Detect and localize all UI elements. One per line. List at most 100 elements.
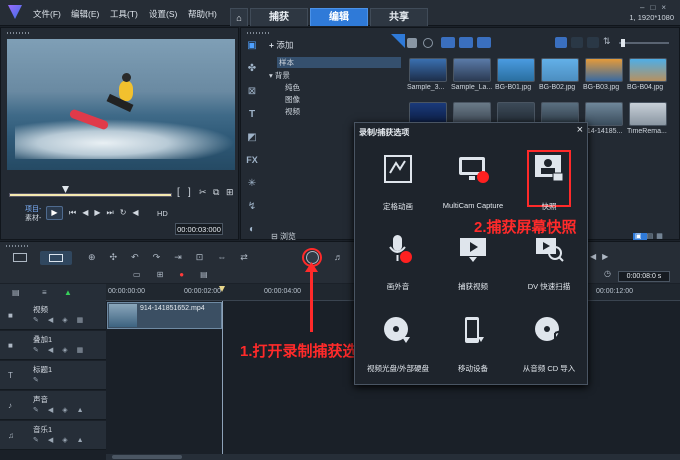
show-photo-button[interactable] <box>459 37 473 48</box>
home-tab[interactable]: ⌂ <box>230 8 248 26</box>
export-icon[interactable]: ▦ <box>656 233 666 240</box>
mark-in-icon[interactable]: [ <box>177 187 180 198</box>
menu-settings[interactable]: 设置(S) <box>149 8 177 20</box>
fx-icon[interactable]: FX <box>241 149 263 172</box>
go-end-icon[interactable]: ⏭ <box>107 208 120 217</box>
media-thumbnail[interactable] <box>585 102 623 126</box>
clip-mode[interactable]: 素材- <box>25 213 41 223</box>
hd-toggle[interactable]: HD <box>157 209 168 218</box>
chapter-icon[interactable]: ⊞ <box>157 270 180 279</box>
timeline-view-icon[interactable] <box>40 251 72 265</box>
media-thumbnail[interactable] <box>585 58 623 82</box>
thumbnail-label: TimeRema... <box>627 128 667 135</box>
grid-view-button[interactable] <box>587 37 599 48</box>
path-icon[interactable]: ↯ <box>241 195 263 218</box>
menu-file[interactable]: 文件(F) <box>33 8 61 20</box>
media-thumbnail[interactable] <box>409 58 447 82</box>
menu-edit[interactable]: 编辑(E) <box>71 8 99 20</box>
project-duration: 0:00:08:0 s <box>618 271 670 282</box>
magic-tool-icon[interactable]: ✣ <box>110 252 132 262</box>
volume-icon[interactable]: ◀ <box>132 208 144 217</box>
fx-toggle-icon[interactable] <box>423 38 433 48</box>
motion-icon[interactable]: ✳ <box>241 172 263 195</box>
thumb-view-button[interactable] <box>571 37 583 48</box>
instant-project-icon[interactable]: ✤ <box>241 57 263 80</box>
media-icon[interactable]: ▣ <box>241 34 263 57</box>
zoom-out-icon[interactable]: ◀ <box>590 252 602 261</box>
trim-bar[interactable] <box>9 193 172 197</box>
dv-scan-icon <box>536 238 564 262</box>
tree-item-videos[interactable]: 视频 <box>285 106 300 117</box>
dialog-close-button[interactable]: × <box>577 124 583 136</box>
ripple-edit-icon[interactable]: ▲ <box>64 288 72 297</box>
list-view-button[interactable] <box>555 37 567 48</box>
video-clip[interactable]: 914-141851652.mp4 <box>107 302 222 329</box>
import-icon[interactable]: ▤ <box>647 233 657 240</box>
tree-item-background[interactable]: ▾ 背景 <box>269 70 290 81</box>
close-button[interactable]: × <box>661 3 672 12</box>
track-manager-icon[interactable]: ▤ <box>12 288 20 297</box>
timecode-display[interactable]: 00:00:03:000 <box>175 223 223 235</box>
tab-share[interactable]: 共享 <box>370 8 428 26</box>
zoom-to-project-icon[interactable]: ◷ <box>604 269 611 278</box>
scrub-handle[interactable] <box>62 186 69 193</box>
play-button[interactable]: ▶ <box>46 206 63 220</box>
media-thumbnail[interactable] <box>497 58 535 82</box>
maximize-button[interactable]: □ <box>650 3 661 12</box>
sound-icon[interactable]: ◐ <box>241 218 263 241</box>
undo-icon[interactable]: ↶ <box>131 252 153 262</box>
move-icon[interactable]: ⇄ <box>240 252 262 262</box>
tree-item-samples[interactable]: 样本 <box>277 57 401 68</box>
ruler-tick-2: 00:00:02:00 <box>184 288 221 295</box>
stretch-icon[interactable]: ⇔ <box>217 252 240 262</box>
redo-icon[interactable]: ↷ <box>153 252 175 262</box>
show-audio-button[interactable] <box>477 37 491 48</box>
subtitle-icon[interactable]: ▭ <box>133 270 157 279</box>
sound-mixer-icon[interactable]: ♬ <box>334 252 343 262</box>
track-controls: ✎◀◈▦ <box>33 347 93 354</box>
transition-icon[interactable]: ⊠ <box>241 80 263 103</box>
snapshot-player-icon[interactable]: ⧉ <box>213 187 219 198</box>
show-video-button[interactable] <box>441 37 455 48</box>
zoom-fit-icon[interactable]: ⊡ <box>196 252 218 262</box>
zoom-controls: ◀▶ <box>590 252 614 261</box>
zoom-in-icon[interactable]: ▶ <box>602 252 614 261</box>
track-voice: ♪ 声音 ✎◀◈▲ <box>0 391 106 420</box>
enlarge-icon[interactable]: ⊞ <box>226 187 234 198</box>
tab-capture[interactable]: 捕获 <box>250 8 308 26</box>
timeline-scrollbar[interactable] <box>106 454 680 460</box>
fit-icon[interactable]: ⇥ <box>174 252 196 262</box>
folder-icon[interactable] <box>407 38 417 48</box>
custom-tool-icon[interactable]: ⊕ <box>88 252 110 262</box>
go-start-icon[interactable]: ⏮ <box>69 208 82 217</box>
options-icon[interactable]: ▣ <box>633 233 647 240</box>
thumb-size-slider[interactable] <box>619 39 669 47</box>
thumbnail-label: BG-B03.jpg <box>583 84 620 91</box>
storyboard-view-icon[interactable] <box>13 253 27 262</box>
add-button[interactable]: + 添加 <box>269 39 293 51</box>
video-track-icon: ■ <box>8 311 13 320</box>
prev-frame-icon[interactable]: ◀ <box>82 208 94 217</box>
clip-thumbnail <box>109 304 137 327</box>
media-thumbnail[interactable] <box>629 58 667 82</box>
menu-help[interactable]: 帮助(H) <box>188 8 217 20</box>
graphic-icon[interactable]: ◩ <box>241 126 263 149</box>
tree-item-solid[interactable]: 纯色 <box>285 82 300 93</box>
menu-tools[interactable]: 工具(T) <box>110 8 138 20</box>
repeat-icon[interactable]: ↻ <box>120 208 133 217</box>
media-thumbnail[interactable] <box>629 102 667 126</box>
mark-out-icon[interactable]: ] <box>188 187 191 198</box>
scene-icon[interactable]: ▤ <box>200 270 224 279</box>
thumbnail-label: BG-B02.jpg <box>539 84 576 91</box>
mic-small-icon[interactable]: ● <box>179 270 200 279</box>
media-thumbnail[interactable] <box>453 58 491 82</box>
next-frame-icon[interactable]: ▶ <box>94 208 106 217</box>
minimize-button[interactable]: – <box>640 3 650 12</box>
tab-edit[interactable]: 编辑 <box>310 8 368 26</box>
split-icon[interactable]: ✂ <box>199 187 207 198</box>
media-thumbnail[interactable] <box>541 58 579 82</box>
chapter-track-icon[interactable]: ≡ <box>42 288 47 297</box>
title-icon[interactable]: T <box>241 103 263 126</box>
sort-icon[interactable]: ⇅ <box>603 36 611 47</box>
tree-item-images[interactable]: 图像 <box>285 94 300 105</box>
